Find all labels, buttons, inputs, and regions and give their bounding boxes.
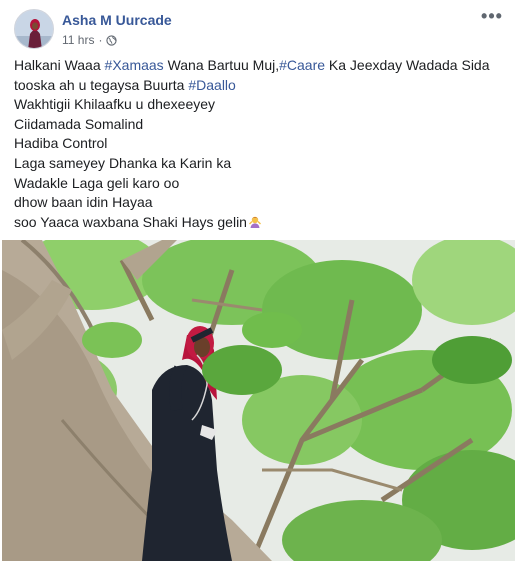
post-text-segment: soo Yaaca waxbana Shaki Hays gelin <box>14 213 247 230</box>
post-timestamp[interactable]: 11 hrs <box>62 33 94 47</box>
post-text: Halkani Waaa #Xamaas Wana Bartuu Muj,#Ca… <box>14 56 504 232</box>
meta-separator: · <box>98 33 103 47</box>
post-text-segment: Hadiba Control <box>14 135 108 152</box>
post-text-segment: Halkani Waaa <box>14 57 105 73</box>
post-header: Asha M Uurcade 11 hrs · ••• <box>14 7 504 51</box>
post-text-line: soo Yaaca waxbana Shaki Hays gelin <box>14 213 504 233</box>
post-text-segment: dhow baan idin Hayaa <box>14 194 153 211</box>
globe-icon[interactable] <box>106 34 118 46</box>
post-text-line: Hadiba Control <box>14 134 504 154</box>
post-text-segment: Wadakle Laga geli karo oo <box>14 174 180 191</box>
post-text-segment: Wana Bartuu Muj, <box>163 57 280 73</box>
post-text-line: tooska ah u tegaysa Buurta #Daallo <box>14 76 504 96</box>
hashtag-link[interactable]: #Xamaas <box>105 57 164 73</box>
post-text-segment: Ciidamada Somalind <box>14 115 144 132</box>
post-text-line: Wadakle Laga geli karo oo <box>14 174 504 194</box>
post-text-segment: Ka Jeexday Wadada Sida <box>325 57 490 73</box>
woman-gesturing-icon <box>248 215 262 229</box>
post-text-line: Laga sameyey Dhanka ka Karin ka <box>14 154 504 174</box>
post-text-segment: tooska ah u tegaysa Buurta <box>14 76 189 93</box>
post-author-name[interactable]: Asha M Uurcade <box>62 12 172 28</box>
post-text-segment: Wakhtigii Khilaafku u dhexeeyey <box>14 96 216 113</box>
photo-woman-in-tree <box>2 240 515 561</box>
more-options-icon[interactable]: ••• <box>480 7 504 27</box>
post-meta: 11 hrs · <box>62 33 118 47</box>
post-text-line: Ciidamada Somalind <box>14 115 504 135</box>
hashtag-link[interactable]: #Caare <box>279 57 325 73</box>
facebook-post: Asha M Uurcade 11 hrs · ••• Halkani Waaa… <box>0 0 515 561</box>
post-text-line: Halkani Waaa #Xamaas Wana Bartuu Muj,#Ca… <box>14 56 504 76</box>
post-text-segment: Laga sameyey Dhanka ka Karin ka <box>14 154 232 171</box>
post-text-line: Wakhtigii Khilaafku u dhexeeyey <box>14 95 504 115</box>
hashtag-link[interactable]: #Daallo <box>188 77 235 93</box>
author-avatar[interactable] <box>14 9 54 49</box>
post-text-line: dhow baan idin Hayaa <box>14 193 504 213</box>
post-photo[interactable] <box>2 240 515 561</box>
avatar-image <box>15 10 53 48</box>
